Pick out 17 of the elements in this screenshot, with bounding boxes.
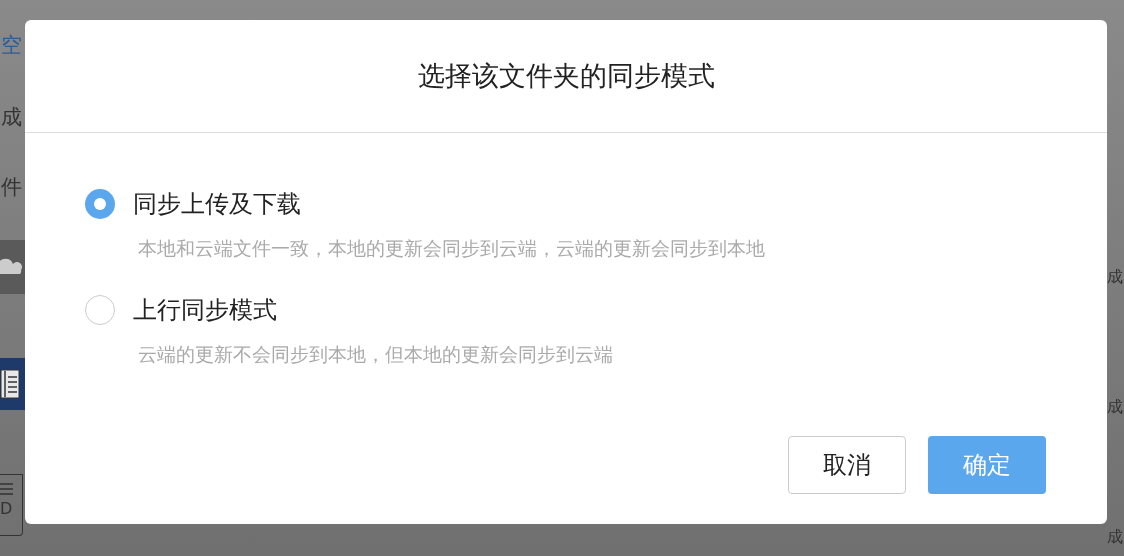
background-text: 件 [1, 174, 23, 201]
background-text: 成 [1107, 396, 1124, 418]
option-description: 云端的更新不会同步到本地，但本地的更新会同步到云端 [138, 342, 614, 367]
file-label: D [0, 499, 13, 518]
background-text: 成 [1107, 266, 1124, 288]
radio-button[interactable] [85, 295, 115, 325]
radio-option[interactable]: 上行同步模式 [85, 294, 277, 326]
option-description: 本地和云端文件一致，本地的更新会同步到云端，云端的更新会同步到本地 [138, 236, 766, 261]
lines-icon [0, 483, 14, 495]
radio-option[interactable]: 同步上传及下载 [85, 188, 301, 220]
cloud-icon [0, 258, 22, 276]
background-text: 成 [1107, 526, 1124, 548]
cancel-button[interactable]: 取消 [788, 436, 906, 494]
document-icon [0, 369, 20, 399]
background-text: 成 [1, 104, 23, 131]
dialog-title: 选择该文件夹的同步模式 [417, 60, 715, 91]
radio-button[interactable] [85, 189, 115, 219]
